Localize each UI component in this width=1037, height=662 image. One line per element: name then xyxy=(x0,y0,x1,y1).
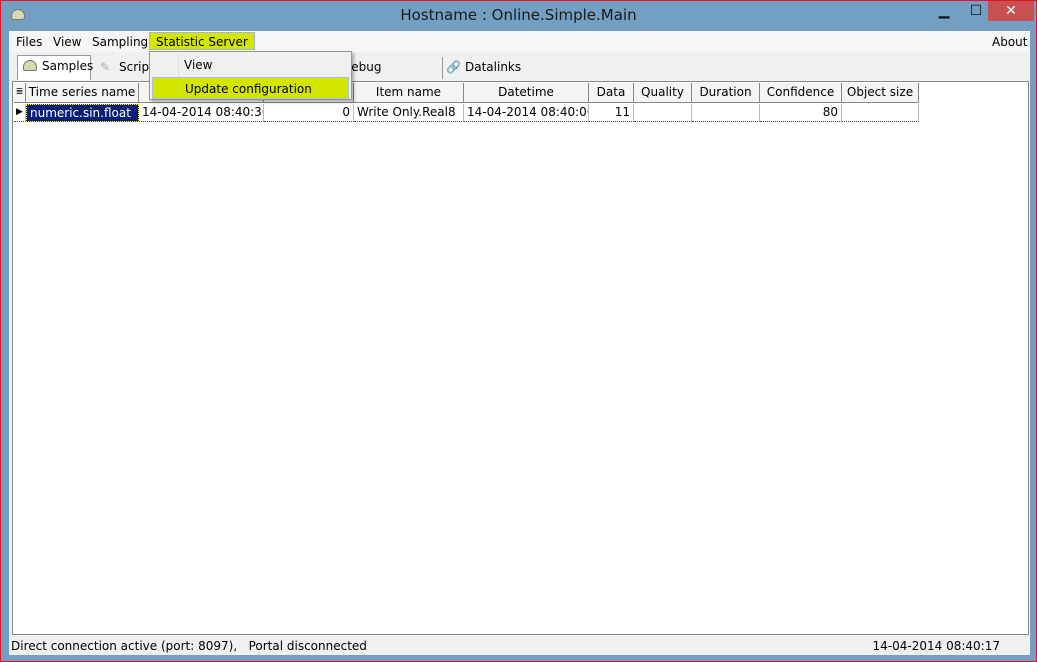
column-header[interactable]: Confidence xyxy=(760,83,842,103)
script-icon: ✎ xyxy=(100,60,111,74)
cell-confidence[interactable]: 80 xyxy=(760,104,842,122)
link-icon: 🔗 xyxy=(446,60,461,74)
current-row-arrow-icon: ▶ xyxy=(14,104,26,122)
statistic-server-dropdown: View Update configuration xyxy=(149,51,352,100)
menu-about[interactable]: About xyxy=(986,33,1033,51)
tab-script[interactable]: ✎ Script xyxy=(95,57,155,79)
column-header[interactable]: Datetime xyxy=(464,83,589,103)
menu-sampling[interactable]: Sampling xyxy=(86,33,154,51)
column-header[interactable]: Quality xyxy=(634,83,692,103)
tab-label: Datalinks xyxy=(465,60,522,74)
app-window: Hostname : Online.Simple.Main ▁ ☐ ✕ File… xyxy=(0,0,1037,662)
menu-statistic-server[interactable]: Statistic Server xyxy=(149,32,255,50)
menu-bar: Files View Sampling Statistic Server Abo… xyxy=(9,31,1030,52)
window-title: Hostname : Online.Simple.Main xyxy=(400,6,637,24)
menu-item-view[interactable]: View xyxy=(152,54,349,76)
cell-quality[interactable] xyxy=(634,104,692,122)
client-area: Files View Sampling Statistic Server Abo… xyxy=(9,31,1030,655)
cell-item-name[interactable]: Write Only.Real8 xyxy=(354,104,464,122)
row-selector-header-icon[interactable]: ≣ xyxy=(14,83,26,103)
cell[interactable]: 14-04-2014 08:40:30 xyxy=(139,104,264,122)
column-header[interactable]: Object size xyxy=(842,83,919,103)
tab-datalinks[interactable]: 🔗 Datalinks xyxy=(441,57,531,79)
column-header[interactable]: Duration xyxy=(692,83,760,103)
tab-samples[interactable]: Samples xyxy=(17,55,94,80)
cell-time-series-name[interactable]: numeric.sin.float xyxy=(26,104,139,122)
column-header[interactable]: Time series name xyxy=(26,83,139,103)
close-button[interactable]: ✕ xyxy=(988,1,1034,21)
cell[interactable]: 0 xyxy=(264,104,354,122)
status-clock: 14-04-2014 08:40:17 xyxy=(872,639,1000,653)
cell-object-size[interactable] xyxy=(842,104,919,122)
cell-duration[interactable] xyxy=(692,104,760,122)
menu-view[interactable]: View xyxy=(47,33,87,51)
status-bar: Direct connection active (port: 8097), P… xyxy=(9,638,1030,655)
tab-label: Samples xyxy=(42,59,94,73)
menu-item-update-configuration[interactable]: Update configuration xyxy=(152,77,349,99)
cell-data[interactable]: 11 xyxy=(589,104,634,122)
samples-table: ≣ Time series name Item name Datetime Da… xyxy=(12,81,1029,635)
cell-datetime[interactable]: 14-04-2014 08:40:00 xyxy=(464,104,589,122)
menu-files[interactable]: Files xyxy=(10,33,48,51)
gauge-icon xyxy=(23,60,37,71)
column-header[interactable]: Item name xyxy=(354,83,464,103)
column-header[interactable]: Data xyxy=(589,83,634,103)
connection-status: Direct connection active (port: 8097), P… xyxy=(11,639,367,653)
